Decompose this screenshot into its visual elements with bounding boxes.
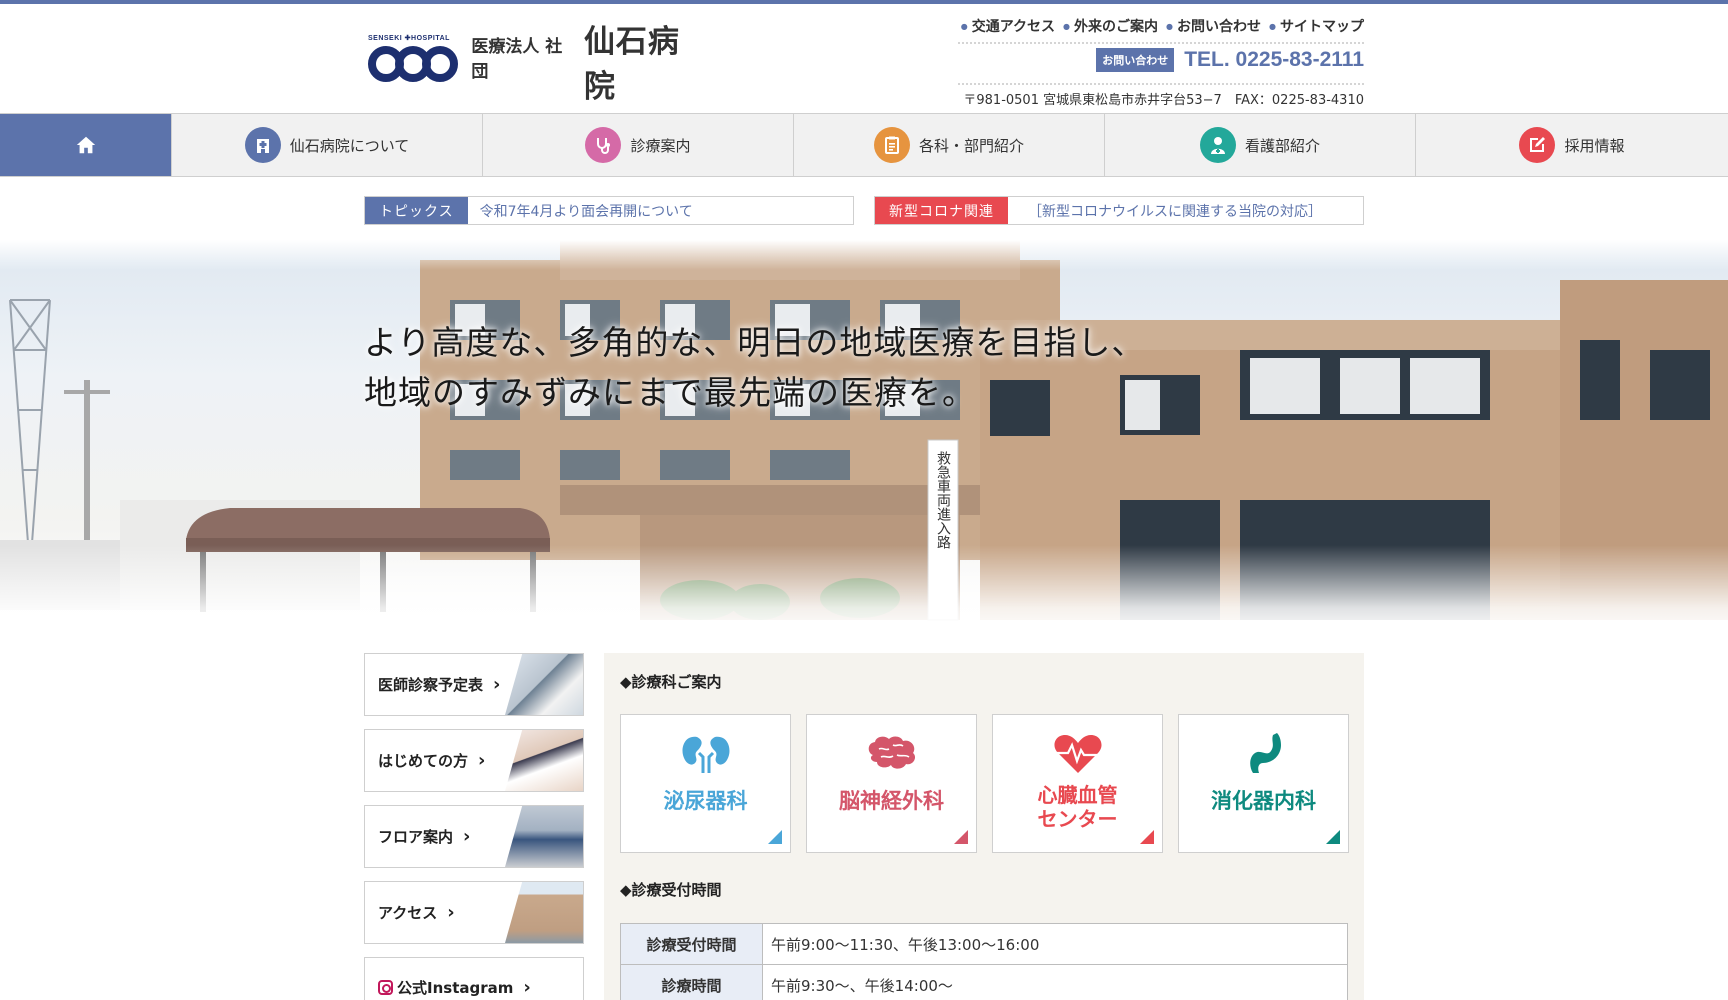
contact-badge: お問い合わせ [1096,48,1175,72]
util-link-contact[interactable]: お問い合わせ [1166,16,1261,36]
stomach-icon [1249,733,1281,773]
tel-number[interactable]: TEL. 0225-83-2111 [1184,48,1364,72]
table-row: 診療受付時間 午前9:00～11:30、午後13:00～16:00 [620,923,1348,965]
logo-english: SENSEKI ✚HOSPITAL [368,35,450,42]
table-row: 診療時間 午前9:30～、午後14:00～ [620,964,1348,1000]
tel-row: お問い合わせ TEL. 0225-83-2111 [1096,48,1364,72]
dept-label: 脳神経外科 [839,789,944,813]
home-icon [76,136,95,154]
instagram-icon [378,979,393,995]
nav-label: 診療案内 [630,136,691,155]
banner-label: はじめての方 [365,750,485,771]
dept-label: 心臓血管 センター [1037,783,1118,831]
hospital-icon [244,127,281,163]
main-panel: ◆診療科ご案内 泌尿器科 脳神経外科 心臓血管 センター 消化器内科 ◆診療受付… [604,653,1364,1000]
dept-card-gastro[interactable]: 消化器内科 [1178,714,1349,853]
hours-head: 診療時間 [620,964,763,1000]
divider [958,42,1364,44]
banner-label: アクセス [365,902,455,923]
topic-tag: 新型コロナ関連 [875,197,1008,224]
nav-label: 看護部紹介 [1244,136,1320,155]
hero-line-1: より高度な、多角的な、明日の地域医療を目指し、 [364,323,1146,362]
util-link-outpatient[interactable]: 外来のご案内 [1063,16,1158,36]
dept-section-title: ◆診療科ご案内 [620,673,722,691]
util-link-sitemap[interactable]: サイトマップ [1269,16,1364,36]
nav-about[interactable]: 仙石病院について [172,114,483,176]
address: 〒981-0501 宮城県東松島市赤井字台53−7 FAX：0225-83-43… [963,93,1364,108]
doctor-photo [505,654,583,715]
corner-arrow-icon [1140,830,1154,844]
nav-medical-guide[interactable]: 診療案内 [483,114,794,176]
dept-cards: 泌尿器科 脳神経外科 心臓血管 センター 消化器内科 [620,714,1349,853]
dept-card-neurosurgery[interactable]: 脳神経外科 [806,714,977,853]
ambulance-sign: 救急車両進入路 [935,451,951,549]
nurse-icon [1199,127,1236,163]
banner-label: フロア案内 [365,826,470,847]
dept-label: 消化器内科 [1211,789,1316,813]
corner-arrow-icon [768,830,782,844]
corner-arrow-icon [1326,830,1340,844]
hours-table: 診療受付時間 午前9:00～11:30、午後13:00～16:00 診療時間 午… [620,923,1348,1000]
hero-line-2: 地域のすみずみにまで最先端の医療を。 [364,373,976,412]
banner-doctor-schedule[interactable]: 医師診察予定表 [364,653,584,716]
corner-arrow-icon [954,830,968,844]
lobby-photo [505,806,583,867]
heart-pulse-icon [1053,735,1102,773]
banner-label: 医師診察予定表 [365,674,500,695]
nav-label: 採用情報 [1564,136,1625,155]
nav-home[interactable] [0,114,172,176]
banner-first-visit[interactable]: はじめての方 [364,729,584,792]
banner-instagram[interactable]: 公式Instagram [364,957,584,1000]
hours-value: 午前9:00～11:30、午後13:00～16:00 [762,923,1348,965]
building-photo [505,882,583,943]
divider [958,83,1364,85]
banner-floor-guide[interactable]: フロア案内 [364,805,584,868]
logo-name: 仙石病院 [583,24,680,105]
global-nav: 仙石病院について 診療案内 各科・部門紹介 看護部紹介 採用情報 [0,113,1728,177]
dept-card-urology[interactable]: 泌尿器科 [620,714,791,853]
hospital-logo[interactable]: SENSEKI ✚HOSPITAL 医療法人 社団 仙石病院 [368,24,708,105]
hours-section-title: ◆診療受付時間 [620,881,722,899]
site-header: SENSEKI ✚HOSPITAL 医療法人 社団 仙石病院 交通アクセス 外来… [0,4,1728,114]
dept-card-cardiovascular[interactable]: 心臓血管 センター [992,714,1163,853]
side-banners: 医師診察予定表 はじめての方 フロア案内 アクセス 公式Instagram [364,653,584,1000]
edit-icon [1519,127,1556,163]
banner-label: 公式Instagram [397,978,514,997]
utility-links: 交通アクセス 外来のご案内 お問い合わせ サイトマップ [961,16,1364,36]
util-link-access[interactable]: 交通アクセス [961,16,1055,36]
dept-label: 泌尿器科 [663,789,748,813]
logo-corp: 医療法人 社団 [471,37,563,82]
stethoscope-icon [585,127,622,163]
hours-head: 診療受付時間 [620,923,763,965]
nav-nursing[interactable]: 看護部紹介 [1105,114,1416,176]
logo-mark: SENSEKI ✚HOSPITAL [368,34,458,88]
nav-recruit[interactable]: 採用情報 [1416,114,1728,176]
nav-label: 仙石病院について [289,136,410,155]
topic-text[interactable]: 令和7年4月より面会再開について [468,201,693,221]
hero-image: 救急車両進入路 より高度な、多角的な、明日の地域医療を目指し、 地域のすみずみに… [0,240,1728,635]
topic-tag: トピックス [365,197,468,224]
topic-news[interactable]: トピックス 令和7年4月より面会再開について [364,196,854,225]
topic-covid[interactable]: 新型コロナ関連 ［新型コロナウイルスに関連する当院の対応］ [874,196,1364,225]
hero-catchcopy: より高度な、多角的な、明日の地域医療を目指し、 地域のすみずみにまで最先端の医療… [364,318,1145,418]
topic-text[interactable]: ［新型コロナウイルスに関連する当院の対応］ [1008,201,1322,221]
hours-value: 午前9:30～、午後14:00～ [762,964,1348,1000]
nav-departments[interactable]: 各科・部門紹介 [794,114,1105,176]
kidney-icon [682,736,729,773]
receptionist-photo [505,730,583,791]
clipboard-icon [873,127,910,163]
nav-label: 各科・部門紹介 [918,136,1024,155]
brain-icon [868,736,915,769]
banner-access[interactable]: アクセス [364,881,584,944]
